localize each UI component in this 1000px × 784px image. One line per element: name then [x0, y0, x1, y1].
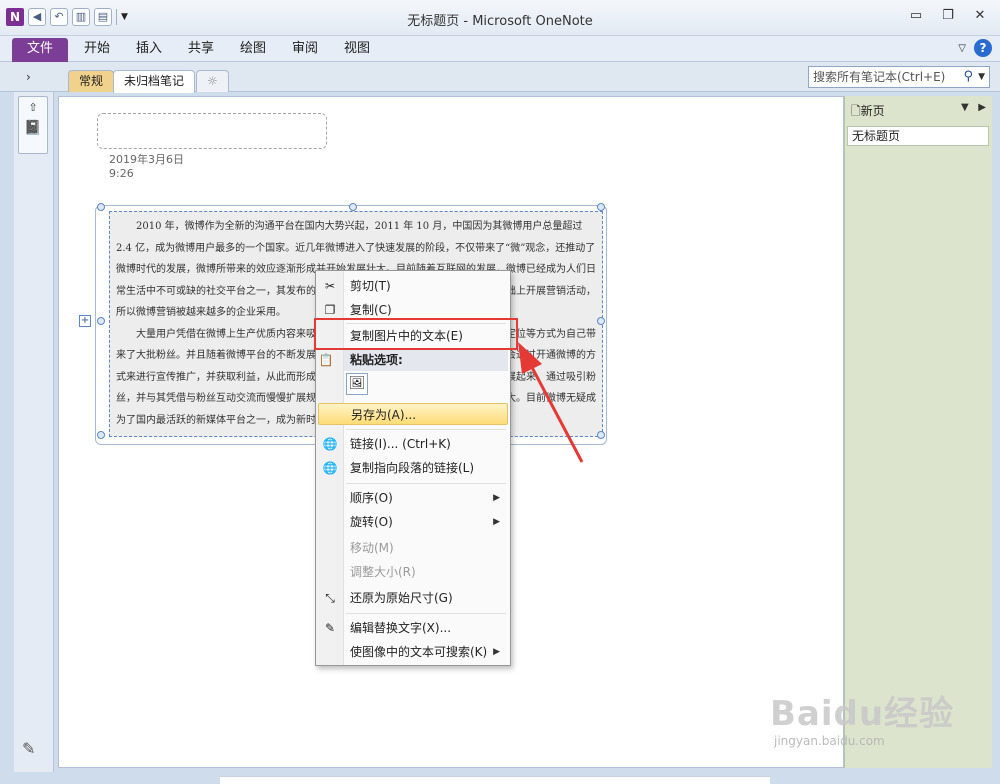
pages-panel-controls: ▼ ▶ [961, 102, 986, 113]
clipboard-icon: 📋 [318, 353, 334, 367]
menu-item-alt-text-label: 编辑替换文字(X)... [350, 621, 452, 635]
resize-handle[interactable] [97, 203, 105, 211]
navigation-pane: ⇧ 📓 ✎ [14, 92, 54, 772]
page-tabs-panel: 🗋新页 ▼ ▶ 无标题页 [844, 96, 992, 768]
search-placeholder: 搜索所有笔记本(Ctrl+E) [813, 70, 946, 84]
resize-handle[interactable] [97, 431, 105, 439]
page-time: 9:26 [109, 167, 134, 180]
menu-item-move-label: 移动(M) [350, 541, 394, 555]
menu-separator [346, 483, 506, 484]
arrow-up-icon: ⇧ [28, 101, 38, 114]
close-button[interactable]: ✕ [966, 6, 994, 28]
restore-size-icon: ⤡ [325, 591, 335, 605]
unfiled-notes-icon[interactable]: ✎ [22, 739, 35, 758]
menu-item-copy-link-to-paragraph[interactable]: 🌐 复制指向段落的链接(L) [318, 457, 508, 479]
menu-item-move: 移动(M) [318, 537, 508, 559]
new-page-dropdown-icon[interactable]: ▼ [961, 102, 969, 113]
menu-item-searchable-label: 使图像中的文本可搜索(K) [350, 645, 488, 659]
menu-item-order-label: 顺序(O) [350, 491, 393, 505]
submenu-arrow-icon: ▶ [493, 517, 500, 527]
tab-share[interactable]: 共享 [188, 38, 214, 62]
page-date: 2019年3月6日 [109, 153, 184, 166]
submenu-arrow-icon: ▶ [493, 493, 500, 503]
arrow-head [518, 342, 542, 374]
notebook-icon: 📓 [24, 120, 42, 136]
menu-item-order[interactable]: 顺序(O) ▶ [318, 487, 508, 509]
section-tab-unfiled-notes[interactable]: 未归档笔记 [113, 70, 196, 93]
picture-icon: 🖼 [348, 376, 366, 391]
resize-handle[interactable] [349, 203, 357, 211]
window-controls: ▭ ❐ ✕ [902, 6, 994, 28]
ribbon-right-icons: ▽ ? [958, 39, 992, 57]
menu-item-restore-label: 还原为原始尺寸(G) [350, 591, 453, 605]
alt-text-icon: ✎ [324, 621, 336, 635]
menu-separator [346, 429, 506, 430]
tab-insert[interactable]: 插入 [136, 38, 162, 62]
scissors-icon: ✂ [324, 279, 336, 293]
menu-item-cut-label: 剪切(T) [350, 279, 391, 293]
resize-handle[interactable] [97, 317, 105, 325]
help-icon[interactable]: ? [974, 39, 992, 57]
menu-item-resize-label: 调整大小(R) [350, 565, 416, 579]
tab-view[interactable]: 视图 [344, 38, 370, 62]
notebook-navigation-button[interactable]: ⇧ 📓 [18, 96, 48, 154]
annotation-arrow [518, 342, 584, 463]
menu-item-save-as[interactable]: 另存为(A)... [318, 403, 508, 425]
minimize-button[interactable]: ▭ [902, 6, 930, 28]
menu-item-save-as-label: 另存为(A)... [351, 408, 417, 422]
baidu-url: jingyan.baidu.com [774, 734, 885, 748]
menu-item-link-label: 链接(I)... (Ctrl+K) [350, 437, 451, 451]
new-page-icon: 🗋 [851, 104, 861, 118]
new-page-button[interactable]: 🗋新页 [851, 102, 885, 123]
menu-separator [346, 613, 506, 614]
menu-item-copy-link-label: 复制指向段落的链接(L) [350, 461, 475, 475]
ribbon-tabs: 文件 开始 插入 共享 绘图 审阅 视图 ▽ ? [0, 36, 1000, 62]
menu-item-restore-original-size[interactable]: ⤡ 还原为原始尺寸(G) [318, 587, 508, 609]
menu-item-edit-alt-text[interactable]: ✎ 编辑替换文字(X)... [318, 617, 508, 639]
paragraph-link-icon: 🌐 [322, 461, 338, 475]
annotation-highlight-box [314, 318, 518, 350]
window-title: 无标题页 - Microsoft OneNote [407, 14, 593, 29]
menu-item-cut[interactable]: ✂ 剪切(T) [318, 275, 508, 297]
tab-file[interactable]: 文件 [12, 38, 68, 62]
tab-home[interactable]: 开始 [84, 38, 110, 62]
menu-item-rotate[interactable]: 旋转(O) ▶ [318, 511, 508, 533]
notebook-bar: › 常规 未归档笔记 ☼ 搜索所有笔记本(Ctrl+E) ⚲ ▼ [0, 62, 1000, 93]
section-tab-general[interactable]: 常规 [68, 70, 115, 92]
page-tab-untitled[interactable]: 无标题页 [847, 126, 989, 146]
menu-item-resize: 调整大小(R) [318, 561, 508, 583]
search-input[interactable]: 搜索所有笔记本(Ctrl+E) ⚲ ▼ [808, 66, 990, 88]
page-title-box[interactable] [97, 113, 327, 149]
link-globe-icon: 🌐 [322, 437, 338, 451]
paste-options-header: 📋 粘贴选项: [319, 349, 508, 371]
search-icon[interactable]: ⚲ [963, 67, 973, 87]
expand-navigation-icon[interactable]: › [26, 70, 31, 84]
arrow-shaft [524, 355, 584, 463]
menu-item-link[interactable]: 🌐 链接(I)... (Ctrl+K) [318, 433, 508, 455]
paste-as-picture-button[interactable]: 🖼 [346, 373, 368, 395]
tab-draw[interactable]: 绘图 [240, 38, 266, 62]
collapse-pages-icon[interactable]: ▶ [978, 102, 986, 113]
baidu-logo: Baidu经验 [770, 694, 955, 734]
submenu-arrow-icon: ▶ [493, 647, 500, 657]
title-bar: N ◀ ↶ ▥ ▤ ▼ 无标题页 - Microsoft OneNote ▭ ❐… [0, 0, 1000, 36]
horizontal-scrollbar[interactable] [220, 776, 770, 784]
search-scope-dropdown-icon[interactable]: ▼ [978, 67, 985, 87]
copy-icon: ❐ [324, 303, 336, 317]
resize-handle[interactable] [597, 317, 605, 325]
restore-button[interactable]: ❐ [934, 6, 962, 28]
resize-handle[interactable] [597, 203, 605, 211]
add-container-icon[interactable]: + [79, 315, 91, 327]
menu-item-copy-label: 复制(C) [350, 303, 392, 317]
menu-item-rotate-label: 旋转(O) [350, 515, 393, 529]
paste-options-label: 粘贴选项: [350, 353, 403, 367]
tab-review[interactable]: 审阅 [292, 38, 318, 62]
new-page-label: 新页 [860, 104, 885, 118]
baidu-watermark: Baidu经验 jingyan.baidu.com [770, 686, 970, 756]
menu-item-make-text-searchable[interactable]: 使图像中的文本可搜索(K) ▶ [318, 641, 508, 663]
expand-ribbon-icon[interactable]: ▽ [958, 43, 966, 54]
new-section-tab[interactable]: ☼ [196, 70, 229, 92]
